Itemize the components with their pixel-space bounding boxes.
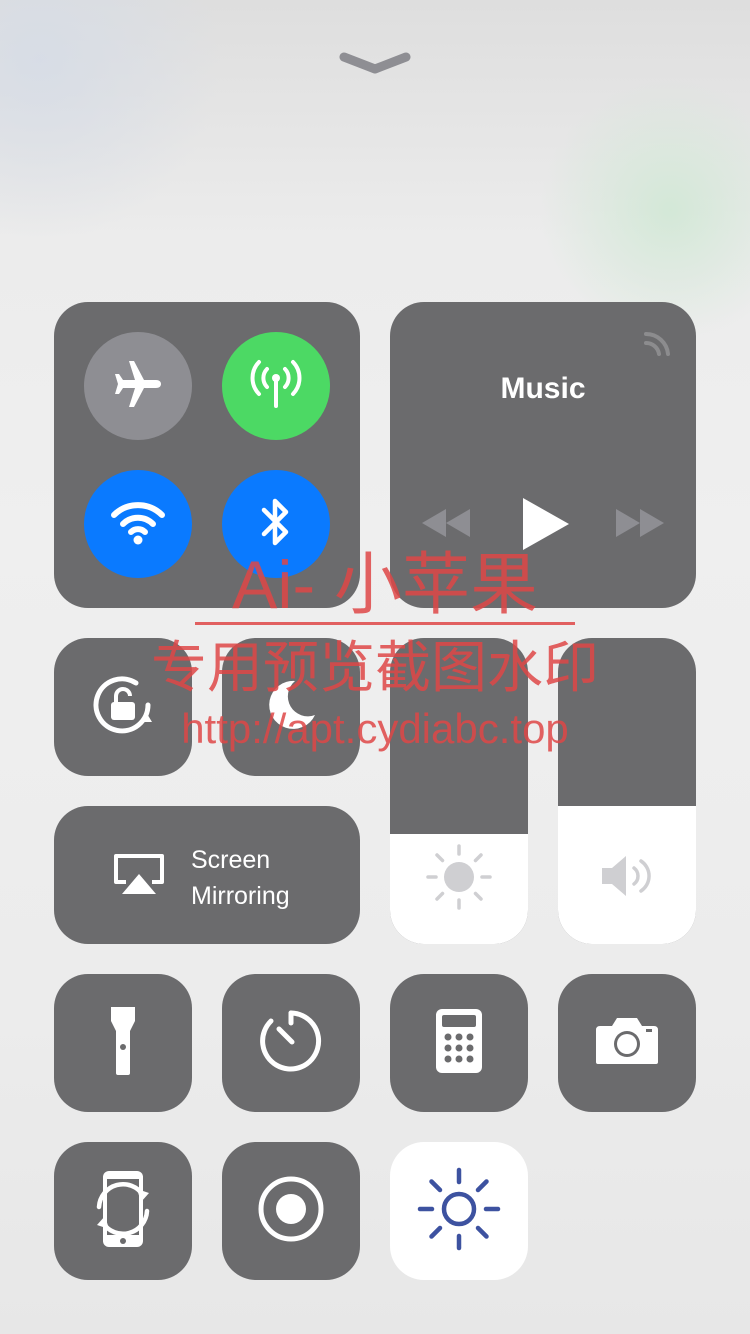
airplane-mode-button[interactable] (84, 332, 192, 440)
sun-icon (416, 1166, 502, 1257)
flashlight-icon (108, 1005, 138, 1082)
timer-button[interactable] (222, 974, 360, 1112)
music-module[interactable]: Music (390, 302, 696, 608)
brightness-slider[interactable] (390, 638, 528, 944)
bluetooth-button[interactable] (222, 470, 330, 578)
camera-icon (594, 1016, 660, 1071)
screen-mirroring-label-line1: Screen (191, 846, 271, 874)
bluetooth-icon (256, 494, 296, 555)
play-icon[interactable] (519, 496, 571, 557)
do-not-disturb-button[interactable] (222, 638, 360, 776)
screen-record-button[interactable] (222, 1142, 360, 1280)
watermark-line2: 专用预览截图水印 (151, 636, 599, 699)
rewind-icon[interactable] (420, 507, 472, 544)
phone-rotate-icon (85, 1169, 161, 1254)
screen-mirroring-label: Screen Mirroring (191, 842, 351, 914)
calculator-button[interactable] (390, 974, 528, 1112)
calculator-icon (435, 1008, 483, 1079)
camera-button[interactable] (558, 974, 696, 1112)
airplay-screen-icon (112, 852, 166, 903)
screen-mirroring-label-line2: Mirroring (191, 882, 290, 910)
music-title: Music (500, 372, 586, 405)
sun-icon (425, 843, 493, 916)
moon-icon (261, 675, 321, 740)
fast-forward-icon[interactable] (614, 507, 666, 544)
wifi-icon (110, 497, 166, 552)
cellular-data-button[interactable] (222, 332, 330, 440)
speaker-icon (598, 852, 658, 905)
wifi-button[interactable] (84, 470, 192, 578)
connectivity-module (54, 302, 360, 608)
brightness-shortcut-button[interactable] (390, 1142, 528, 1280)
timer-icon (259, 1009, 323, 1078)
airplane-icon (111, 357, 165, 416)
rotation-lock-icon (86, 668, 160, 747)
record-icon (257, 1175, 325, 1248)
screen-mirroring-button[interactable]: Screen Mirroring (54, 806, 360, 944)
watermark-line3: http://apt.cydiabc.top (181, 705, 569, 752)
auto-rotate-button[interactable] (54, 1142, 192, 1280)
rotation-lock-button[interactable] (54, 638, 192, 776)
cellular-antenna-icon (246, 354, 306, 419)
chevron-down-icon[interactable] (338, 48, 412, 78)
airplay-audio-icon[interactable] (642, 324, 676, 363)
flashlight-button[interactable] (54, 974, 192, 1112)
volume-slider[interactable] (558, 638, 696, 944)
